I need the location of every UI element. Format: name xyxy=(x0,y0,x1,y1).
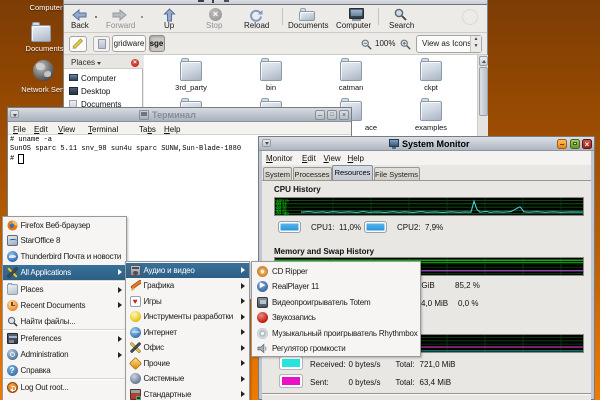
svg-text:20: 20 xyxy=(284,210,290,214)
